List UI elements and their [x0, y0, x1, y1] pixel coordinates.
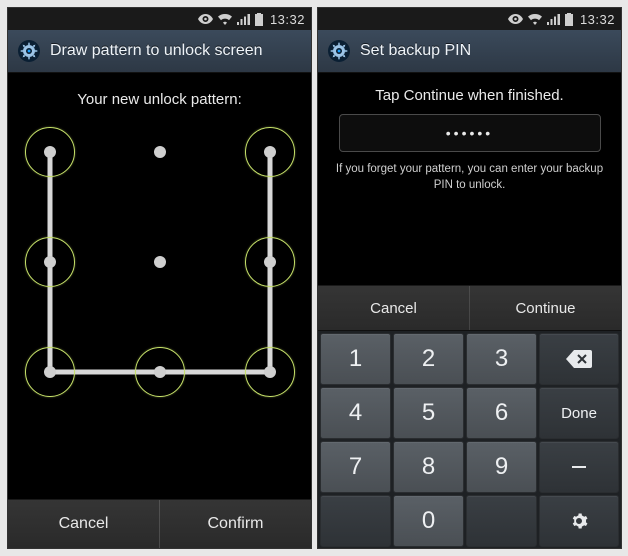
eye-icon — [198, 14, 213, 24]
title-bar: Set backup PIN — [318, 30, 621, 73]
status-bar: 13:32 — [318, 8, 621, 30]
key-empty — [466, 495, 537, 547]
status-time: 13:32 — [580, 12, 615, 27]
pin-fineprint: If you forget your pattern, you can ente… — [318, 152, 621, 193]
numeric-keypad: 1 2 3 4 5 6 Done 7 8 9 — [318, 331, 621, 548]
pattern-node[interactable] — [154, 256, 166, 268]
phone-pin: 13:32 Set backup PIN Tap Continue when f… — [318, 8, 621, 548]
key-4[interactable]: 4 — [320, 387, 391, 439]
pattern-node[interactable] — [154, 146, 166, 158]
pattern-node[interactable] — [154, 366, 166, 378]
pattern-grid[interactable] — [30, 132, 290, 392]
eye-icon — [508, 14, 523, 24]
key-empty — [320, 495, 391, 547]
key-7[interactable]: 7 — [320, 441, 391, 493]
confirm-button[interactable]: Confirm — [159, 500, 311, 548]
pin-input[interactable]: •••••• — [339, 114, 601, 152]
key-9[interactable]: 9 — [466, 441, 537, 493]
key-6[interactable]: 6 — [466, 387, 537, 439]
key-2[interactable]: 2 — [393, 333, 464, 385]
pattern-prompt: Your new unlock pattern: — [8, 73, 311, 114]
cancel-button[interactable]: Cancel — [318, 286, 469, 330]
pattern-node[interactable] — [44, 366, 56, 378]
key-hyphen[interactable] — [539, 441, 619, 493]
bottom-button-bar: Cancel Confirm — [8, 499, 311, 548]
screen-title: Set backup PIN — [360, 42, 471, 60]
key-1[interactable]: 1 — [320, 333, 391, 385]
pattern-node[interactable] — [44, 146, 56, 158]
pattern-node[interactable] — [264, 146, 276, 158]
pattern-node[interactable] — [264, 366, 276, 378]
key-settings[interactable] — [539, 495, 619, 547]
cancel-button[interactable]: Cancel — [8, 500, 159, 548]
gear-icon — [570, 512, 588, 530]
key-3[interactable]: 3 — [466, 333, 537, 385]
key-5[interactable]: 5 — [393, 387, 464, 439]
hyphen-icon — [572, 466, 586, 468]
backspace-icon — [566, 350, 592, 368]
continue-button[interactable]: Continue — [469, 286, 621, 330]
key-done[interactable]: Done — [539, 387, 619, 439]
status-time: 13:32 — [270, 12, 305, 27]
settings-gear-icon — [326, 38, 352, 64]
wifi-icon — [528, 14, 542, 25]
pin-hint: Tap Continue when finished. — [318, 73, 621, 114]
key-0[interactable]: 0 — [393, 495, 464, 547]
battery-icon — [565, 13, 573, 26]
title-bar: Draw pattern to unlock screen — [8, 30, 311, 73]
battery-icon — [255, 13, 263, 26]
key-8[interactable]: 8 — [393, 441, 464, 493]
signal-icon — [547, 14, 560, 25]
action-bar: Cancel Continue — [318, 285, 621, 331]
wifi-icon — [218, 14, 232, 25]
pattern-node[interactable] — [264, 256, 276, 268]
key-backspace[interactable] — [539, 333, 619, 385]
settings-gear-icon — [16, 38, 42, 64]
screen-title: Draw pattern to unlock screen — [50, 42, 263, 60]
signal-icon — [237, 14, 250, 25]
pattern-node[interactable] — [44, 256, 56, 268]
status-bar: 13:32 — [8, 8, 311, 30]
phone-pattern: 13:32 Draw pattern to unlock screen Your… — [8, 8, 311, 548]
